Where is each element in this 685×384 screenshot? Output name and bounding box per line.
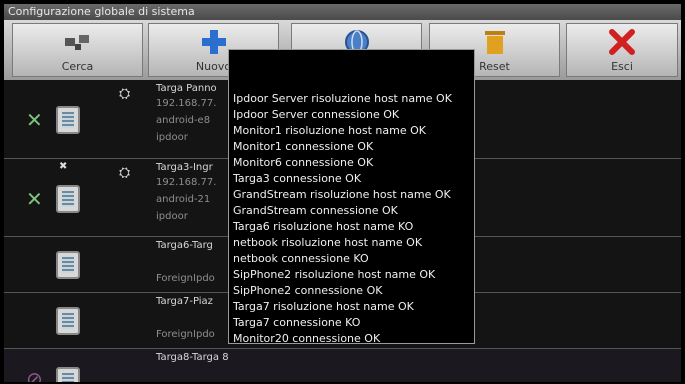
device-icon bbox=[56, 106, 80, 134]
device-icon bbox=[56, 307, 80, 335]
device-name: Targa7-Piaz bbox=[156, 296, 213, 307]
device-ip: 192.168.77. bbox=[156, 98, 217, 109]
search-button[interactable]: Cerca bbox=[12, 23, 143, 77]
log-message: Targa7 risoluzione host name OK bbox=[233, 300, 414, 313]
device-row[interactable]: ⊘ Targa8-Targa 8 bbox=[4, 349, 681, 382]
connection-test-popup: Ipdoor Server risoluzione host name OK Ip… bbox=[228, 49, 475, 344]
search-devices-icon bbox=[13, 29, 142, 55]
log-message: Monitor6 connessione OK bbox=[233, 156, 374, 169]
device-icon bbox=[56, 367, 80, 382]
device-type: ipdoor bbox=[156, 211, 188, 222]
search-button-label: Cerca bbox=[61, 60, 94, 73]
close-icon bbox=[567, 29, 677, 55]
device-name: Targa Panno bbox=[156, 83, 217, 94]
device-name: Targa3-Ingr bbox=[156, 162, 213, 173]
device-name: Targa6-Targ bbox=[156, 240, 213, 251]
tools-icon[interactable]: ✕ bbox=[26, 187, 43, 211]
log-message: Monitor1 risoluzione host name OK bbox=[233, 124, 426, 137]
log-message: GrandStream risoluzione host name OK bbox=[233, 188, 451, 201]
log-message: SipPhone2 connessione OK bbox=[233, 284, 383, 297]
log-message: GrandStream connessione OK bbox=[233, 204, 398, 217]
exit-button-label: Esci bbox=[611, 60, 633, 73]
device-host: android-21 bbox=[156, 194, 211, 205]
device-icon bbox=[56, 185, 80, 213]
log-message: Targa7 connessione KO bbox=[233, 316, 361, 329]
x-icon: ✖ bbox=[59, 161, 68, 172]
log-message: netbook connessione KO bbox=[233, 252, 369, 265]
disconnected-icon: ⊘ bbox=[26, 367, 43, 382]
device-type: ForeignIpdo bbox=[156, 273, 215, 284]
log-message: Monitor20 connessione OK bbox=[233, 332, 381, 344]
device-ip: 192.168.77. bbox=[156, 177, 217, 188]
window-title: Configurazione globale di sistema bbox=[4, 4, 681, 20]
connection-log: Ipdoor Server risoluzione host name OK Ip… bbox=[229, 50, 474, 344]
log-message: Targa3 connessione OK bbox=[233, 172, 362, 185]
device-host: android-e8 bbox=[156, 115, 211, 126]
log-message: netbook risoluzione host name OK bbox=[233, 236, 423, 249]
log-message: SipPhone2 risoluzione host name OK bbox=[233, 268, 436, 281]
system-config-window: Configurazione globale di sistema Cerca … bbox=[4, 4, 681, 382]
log-message: Monitor1 connessione OK bbox=[233, 140, 374, 153]
log-message: Targa6 risoluzione host name KO bbox=[233, 220, 414, 233]
log-message: Ipdoor Server risoluzione host name OK bbox=[233, 92, 452, 105]
device-icon bbox=[56, 251, 80, 279]
log-message: Ipdoor Server connessione OK bbox=[233, 108, 400, 121]
exit-button[interactable]: Esci bbox=[566, 23, 678, 77]
user-icon: ⛭ bbox=[119, 86, 131, 102]
device-name: Targa8-Targa 8 bbox=[156, 352, 229, 363]
tools-icon[interactable]: ✕ bbox=[26, 108, 43, 132]
user-icon: ⛭ bbox=[119, 165, 131, 181]
device-type: ForeignIpdo bbox=[156, 329, 215, 340]
device-type: ipdoor bbox=[156, 132, 188, 143]
